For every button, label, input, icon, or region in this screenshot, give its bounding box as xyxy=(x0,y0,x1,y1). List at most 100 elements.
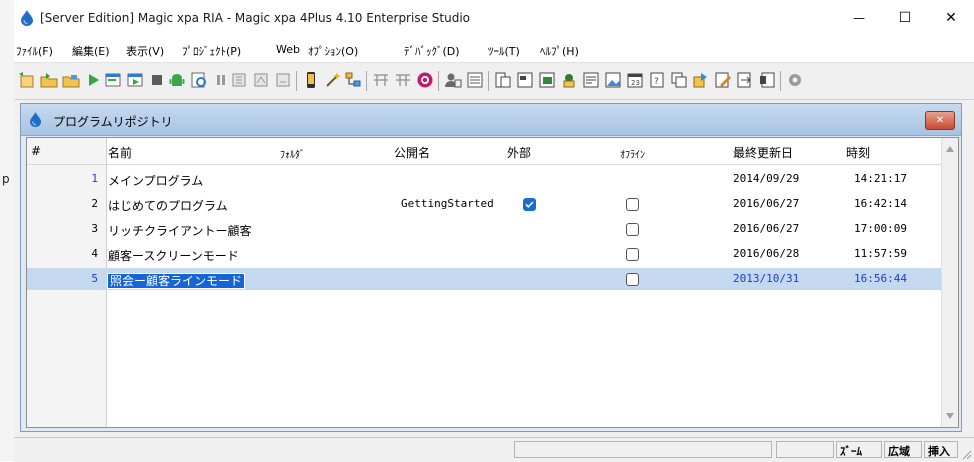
column-header-offline[interactable]: ｵﾌﾗｲﾝ xyxy=(620,146,645,161)
scroll-up-icon[interactable] xyxy=(946,146,954,152)
wizard-icon[interactable] xyxy=(324,71,342,89)
last-updated-date: 2016/06/27 xyxy=(733,197,800,210)
offline-checkbox[interactable] xyxy=(626,223,639,236)
table-row[interactable]: 2 はじめてのプログラム GettingStarted 2016/06/27 1… xyxy=(27,193,941,215)
table-row[interactable]: 1 メインプログラム 2014/09/29 14:21:17 xyxy=(27,168,941,190)
open-project-icon[interactable] xyxy=(40,71,58,89)
help-file-icon[interactable]: ? xyxy=(648,71,666,89)
edit-note-icon[interactable] xyxy=(714,71,732,89)
user-icon[interactable] xyxy=(444,71,462,89)
offline-checkbox[interactable] xyxy=(626,248,639,261)
document-list-icon[interactable] xyxy=(758,71,776,89)
table-2-icon[interactable] xyxy=(394,71,412,89)
new-project-icon[interactable] xyxy=(18,71,36,89)
column-header-index[interactable]: # xyxy=(31,144,41,158)
run-program-icon[interactable] xyxy=(104,71,122,89)
offline-checkbox[interactable] xyxy=(626,273,639,286)
list-icon[interactable] xyxy=(466,71,484,89)
minimize-button[interactable]: — xyxy=(836,0,882,36)
step-out-icon[interactable] xyxy=(274,71,292,89)
stop-icon[interactable] xyxy=(148,71,166,89)
form-icon[interactable] xyxy=(494,71,512,89)
column-header-external[interactable]: 外部 xyxy=(507,144,531,161)
row-index: 4 xyxy=(91,247,98,260)
toolbar-separator xyxy=(366,71,367,91)
mobile-device-icon[interactable] xyxy=(302,71,320,89)
maximize-button[interactable]: ☐ xyxy=(882,0,928,36)
program-name[interactable]: メインプログラム xyxy=(108,172,203,189)
program-name-editor[interactable]: 照会ー顧客ラインモード xyxy=(106,272,246,289)
menu-options[interactable]: ｵﾌﾟｼｮﾝ(O) xyxy=(308,43,358,59)
table-row-selected[interactable]: 5 照会ー顧客ラインモード 2013/10/31 16:56:44 xyxy=(27,268,941,290)
repository-title-bar: プログラムリポジトリ ✕ xyxy=(21,104,961,136)
toolbar-separator xyxy=(296,71,297,91)
component-icon[interactable] xyxy=(670,71,688,89)
settings-gear-icon[interactable] xyxy=(786,71,804,89)
help-circle-icon[interactable] xyxy=(416,71,434,89)
row-index: 1 xyxy=(91,172,98,185)
last-updated-time: 14:21:17 xyxy=(854,172,907,185)
menu-help[interactable]: ﾍﾙﾌﾟ(H) xyxy=(540,43,579,59)
pause-icon[interactable] xyxy=(212,71,230,89)
export-icon[interactable] xyxy=(692,71,710,89)
column-header-folder[interactable]: ﾌｫﾙﾀﾞ xyxy=(280,146,305,161)
status-zoom: ｽﾞｰﾑ xyxy=(836,441,882,458)
status-pane-message xyxy=(514,441,772,458)
repository-close-button[interactable]: ✕ xyxy=(925,111,955,130)
public-name[interactable]: GettingStarted xyxy=(401,197,494,210)
menu-bar: ﾌｧｲﾙ(F) 編集(E) 表示(V) ﾌﾟﾛｼﾞｪｸﾄ(P) Web ｵﾌﾟｼ… xyxy=(14,36,974,62)
toolbar-separator xyxy=(438,71,439,91)
row-index: 3 xyxy=(91,222,98,235)
last-updated-time: 11:57:59 xyxy=(854,247,907,260)
calendar-icon[interactable]: 23 xyxy=(626,71,644,89)
offline-checkbox[interactable] xyxy=(626,198,639,211)
menu-view[interactable]: 表示(V) xyxy=(126,43,164,59)
last-updated-time: 17:00:09 xyxy=(854,222,907,235)
document-arrow-icon[interactable] xyxy=(736,71,754,89)
image-icon[interactable] xyxy=(604,71,622,89)
close-button[interactable]: ✕ xyxy=(928,0,974,36)
step-over-icon[interactable] xyxy=(252,71,270,89)
status-scope: 広域 xyxy=(884,441,922,458)
last-updated-date: 2016/06/27 xyxy=(733,222,800,235)
scroll-down-icon[interactable] xyxy=(946,413,954,419)
debug-view-icon[interactable] xyxy=(190,71,208,89)
android-icon[interactable] xyxy=(168,71,186,89)
step-into-icon[interactable] xyxy=(230,71,248,89)
program-grid: # 名前 ﾌｫﾙﾀﾞ 公開名 外部 ｵﾌﾗｲﾝ 最終更新日 時刻 1 メインプロ… xyxy=(26,137,959,428)
menu-debug[interactable]: ﾃﾞﾊﾞｯｸﾞ(D) xyxy=(404,43,460,59)
vertical-scrollbar[interactable] xyxy=(941,138,958,427)
run-icon[interactable] xyxy=(84,71,102,89)
menu-file[interactable]: ﾌｧｲﾙ(F) xyxy=(16,43,53,59)
column-header-last-updated[interactable]: 最終更新日 xyxy=(733,144,793,161)
table-icon[interactable] xyxy=(372,71,390,89)
menu-editor-icon[interactable] xyxy=(582,71,600,89)
program-name[interactable]: はじめてのプログラム xyxy=(108,197,228,214)
program-name[interactable]: 顧客ースクリーンモード xyxy=(108,247,239,264)
resize-grip-icon[interactable] xyxy=(962,450,972,460)
run-form-icon[interactable] xyxy=(126,71,144,89)
open-folder-icon[interactable] xyxy=(62,71,80,89)
rights-icon[interactable] xyxy=(560,71,578,89)
external-checkbox[interactable] xyxy=(523,198,536,211)
header-divider xyxy=(27,164,941,165)
last-updated-date: 2014/09/29 xyxy=(733,172,800,185)
form-2-icon[interactable] xyxy=(516,71,534,89)
subform-icon[interactable] xyxy=(538,71,556,89)
menu-project[interactable]: ﾌﾟﾛｼﾞｪｸﾄ(P) xyxy=(182,43,241,59)
last-updated-date: 2013/10/31 xyxy=(733,272,800,285)
repository-title: プログラムリポジトリ xyxy=(53,115,173,129)
table-row[interactable]: 4 顧客ースクリーンモード 2016/06/28 11:57:59 xyxy=(27,243,941,265)
menu-edit[interactable]: 編集(E) xyxy=(72,43,110,59)
status-bar: ｽﾞｰﾑ 広域 挿入 xyxy=(14,437,974,462)
menu-tools[interactable]: ﾂｰﾙ(T) xyxy=(488,43,520,59)
column-header-public-name[interactable]: 公開名 xyxy=(394,144,430,161)
column-header-time[interactable]: 時刻 xyxy=(846,144,870,161)
checkmark-icon xyxy=(525,201,534,208)
column-header-name[interactable]: 名前 xyxy=(108,144,132,161)
program-name-edit-text[interactable]: 照会ー顧客ラインモード xyxy=(106,273,246,289)
program-name[interactable]: リッチクライアントー顧客 xyxy=(108,222,252,239)
table-row[interactable]: 3 リッチクライアントー顧客 2016/06/27 17:00:09 xyxy=(27,218,941,240)
model-icon[interactable] xyxy=(344,71,362,89)
menu-web[interactable]: Web xyxy=(276,43,300,56)
